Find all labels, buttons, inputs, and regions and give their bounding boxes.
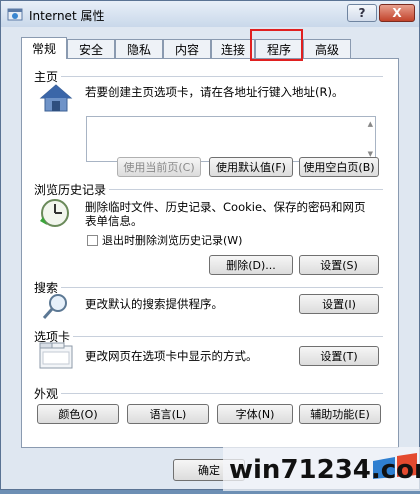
internet-options-dialog: Internet 属性 ? X 常规 安全 隐私 内容 连接 程序 高级 主页 … [0,0,420,491]
tab-advanced[interactable]: 高级 [303,39,351,58]
tab-privacy[interactable]: 隐私 [115,39,163,58]
site-watermark: win71234.com [223,447,420,491]
tab-general[interactable]: 常规 [21,37,67,59]
internet-options-icon [7,8,23,21]
home-description: 若要创建主页选项卡，请在各地址行键入地址(R)。 [85,85,344,99]
search-settings-button[interactable]: 设置(I) [299,294,379,314]
programs-tab-highlight [250,29,303,61]
delete-history-button[interactable]: 删除(D)... [209,255,293,275]
accessibility-button[interactable]: 辅助功能(E) [299,404,381,424]
colors-button[interactable]: 颜色(O) [37,404,119,424]
fonts-button[interactable]: 字体(N) [217,404,293,424]
tabs-description: 更改网页在选项卡中显示的方式。 [85,349,258,363]
history-divider [109,189,383,190]
appearance-section-title: 外观 [34,387,59,401]
search-description: 更改默认的搜索提供程序。 [85,297,223,311]
history-description-line1: 删除临时文件、历史记录、Cookie、保存的密码和网页 [85,200,366,214]
history-clock-icon [40,199,69,227]
scroll-up-icon[interactable]: ▲ [368,120,373,128]
use-default-button[interactable]: 使用默认值(F) [209,157,293,177]
tab-connections[interactable]: 连接 [211,39,255,58]
search-icon [42,294,67,319]
tabs-settings-button[interactable]: 设置(T) [299,346,379,366]
appearance-divider [61,393,383,394]
search-divider [61,287,383,288]
help-button[interactable]: ? [347,4,377,22]
tab-security[interactable]: 安全 [67,39,115,58]
window-title: Internet 属性 [29,9,105,23]
delete-on-exit-label: 退出时删除浏览历史记录(W) [102,234,243,247]
use-blank-button[interactable]: 使用空白页(B) [299,157,379,177]
delete-on-exit-checkbox[interactable] [87,235,98,246]
tab-content[interactable]: 内容 [163,39,211,58]
tabs-divider [73,336,383,337]
close-button[interactable]: X [379,4,415,22]
languages-button[interactable]: 语言(L) [127,404,209,424]
history-settings-button[interactable]: 设置(S) [299,255,379,275]
home-divider [61,76,383,77]
history-description-line2: 表单信息。 [85,214,143,228]
home-page-address-box[interactable]: ▲ ▼ [86,116,376,162]
history-section-title: 浏览历史记录 [34,183,107,197]
home-icon [39,84,73,112]
watermark-text: win71234.com [229,455,420,485]
tabs-icon [39,342,73,369]
title-bar: Internet 属性 ? X [1,1,419,27]
use-current-button[interactable]: 使用当前页(C) [117,157,201,177]
